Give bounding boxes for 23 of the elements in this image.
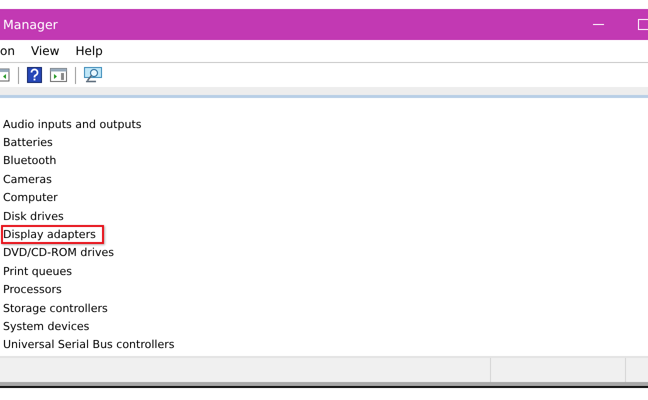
device-category[interactable]: Cameras bbox=[1, 170, 54, 189]
device-category[interactable]: Display adapters bbox=[1, 225, 104, 244]
properties-window-icon[interactable] bbox=[50, 68, 67, 82]
device-category[interactable]: Bluetooth bbox=[1, 151, 58, 170]
device-category[interactable]: Batteries bbox=[1, 133, 55, 152]
window-title: Manager bbox=[2, 17, 58, 32]
device-category[interactable]: System devices bbox=[1, 317, 92, 336]
minimize-icon[interactable] bbox=[593, 24, 604, 26]
maximize-icon[interactable] bbox=[638, 19, 648, 30]
device-category[interactable]: Computer bbox=[1, 188, 60, 208]
forward-window-icon[interactable] bbox=[0, 68, 10, 82]
menu-item[interactable]: Help bbox=[75, 44, 103, 58]
help-icon[interactable] bbox=[27, 67, 42, 83]
device-category[interactable]: Disk drives bbox=[1, 206, 66, 226]
device-category[interactable]: Storage controllers bbox=[1, 298, 110, 318]
device-category[interactable]: Print queues bbox=[1, 262, 74, 281]
menu-item[interactable]: View bbox=[30, 44, 60, 58]
device-category[interactable]: Processors bbox=[1, 280, 64, 300]
monitor-scan-icon[interactable] bbox=[84, 67, 102, 83]
device-category[interactable]: Audio inputs and outputs bbox=[1, 114, 144, 134]
device-category[interactable]: DVD/CD-ROM drives bbox=[1, 243, 116, 262]
device-category[interactable]: Universal Serial Bus controllers bbox=[1, 335, 176, 354]
menu-item[interactable]: on bbox=[0, 44, 15, 58]
